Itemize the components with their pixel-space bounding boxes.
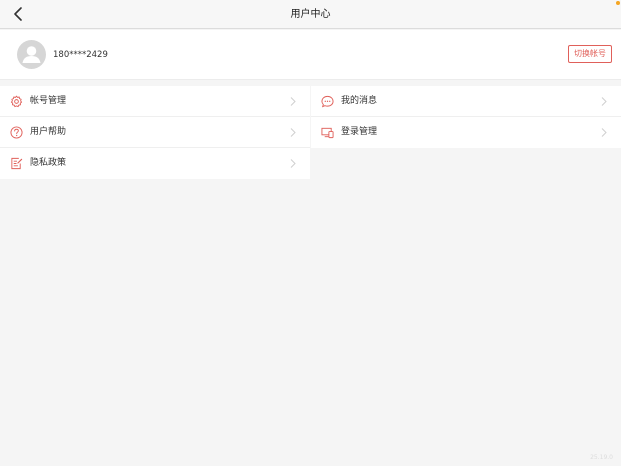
page-title: 用户中心 (290, 9, 331, 20)
notification-dot (616, 1, 620, 5)
user-info-card: 180****2429 切换帐号 (0, 30, 621, 80)
menu-item-privacy-policy[interactable]: 隐私政策 (0, 148, 310, 179)
version-label: 25.19.0 (590, 454, 613, 461)
menu-item-label: 隐私政策 (30, 158, 67, 168)
menu-item-user-help[interactable]: 用户帮助 (0, 117, 310, 148)
avatar[interactable] (17, 40, 46, 69)
chevron-right-icon (290, 128, 296, 137)
menu-item-label: 我的消息 (341, 96, 378, 106)
devices-icon (321, 127, 334, 139)
menu-item-login-management[interactable]: 登录管理 (311, 117, 621, 148)
gear-icon (10, 95, 23, 108)
menu-left-column: 帐号管理 用户帮助 隐私政策 (0, 86, 310, 179)
menu-item-label: 帐号管理 (30, 96, 67, 106)
chevron-right-icon (290, 159, 296, 168)
menu-item-label: 用户帮助 (30, 127, 67, 137)
question-circle-icon (10, 126, 23, 139)
navigation-bar: 用户中心 (0, 0, 621, 29)
chevron-right-icon (290, 97, 296, 106)
switch-account-button[interactable]: 切换帐号 (568, 45, 612, 63)
menu-item-label: 登录管理 (341, 127, 378, 137)
message-bubble-icon (321, 95, 334, 108)
chevron-right-icon (601, 128, 607, 137)
document-edit-icon (11, 157, 23, 170)
user-phone: 180****2429 (53, 50, 108, 60)
menu-right-column: 我的消息 登录管理 (311, 86, 621, 148)
chevron-right-icon (601, 97, 607, 106)
user-icon (22, 46, 41, 63)
menu-item-account-management[interactable]: 帐号管理 (0, 86, 310, 117)
menu-item-my-messages[interactable]: 我的消息 (311, 86, 621, 117)
